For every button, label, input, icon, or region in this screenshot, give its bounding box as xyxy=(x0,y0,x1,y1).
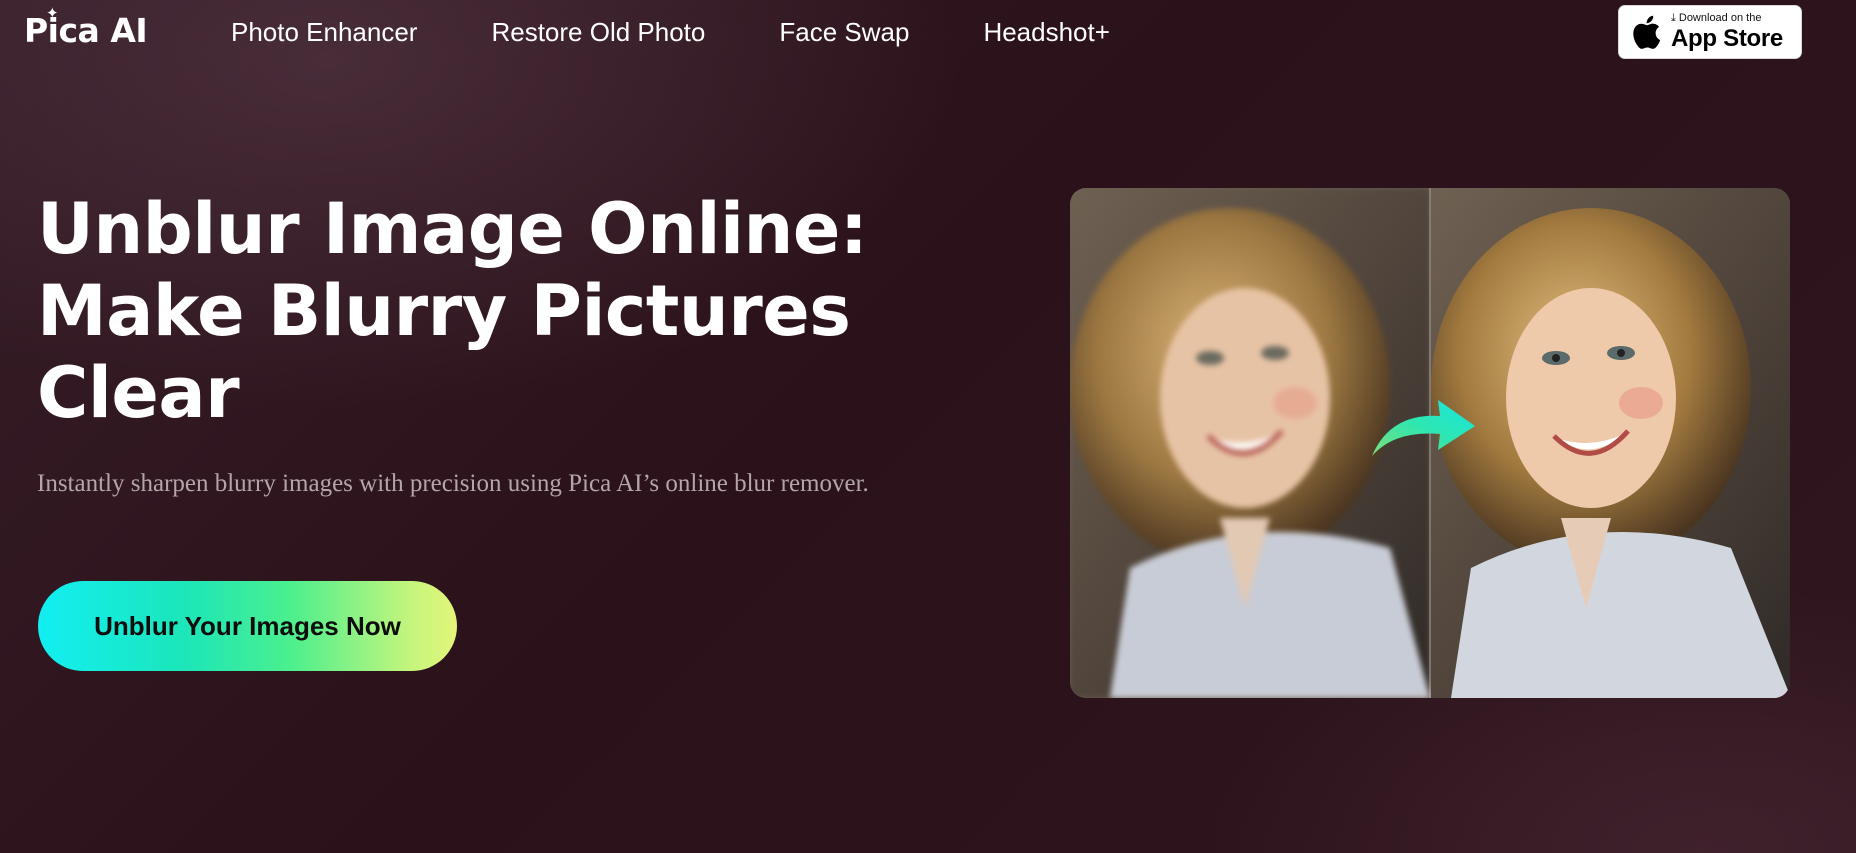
logo-text: Pica AI xyxy=(24,10,148,50)
app-store-big-text: App Store xyxy=(1671,25,1783,52)
nav-restore-old-photo[interactable]: Restore Old Photo xyxy=(491,17,705,48)
unblur-images-button[interactable]: Unblur Your Images Now xyxy=(38,581,457,671)
portrait-image-enhanced xyxy=(1431,188,1790,698)
hero-title: Unblur Image Online: Make Blurry Picture… xyxy=(37,188,937,434)
main-nav: Photo Enhancer Restore Old Photo Face Sw… xyxy=(231,14,1184,50)
arrow-right-icon xyxy=(1372,400,1475,456)
nav-photo-enhancer[interactable]: Photo Enhancer xyxy=(231,17,417,48)
download-icon: ⤓ xyxy=(1671,12,1676,24)
app-store-small-text: Download on the xyxy=(1678,12,1762,24)
hero-title-line-1: Unblur Image Online: xyxy=(37,188,868,270)
sparkle-icon: ✦ xyxy=(46,4,59,22)
nav-face-swap[interactable]: Face Swap xyxy=(779,17,909,48)
app-store-button[interactable]: ⤓ Download on the App Store xyxy=(1618,5,1802,59)
hero-title-line-3: Clear xyxy=(37,352,240,434)
before-after-comparison xyxy=(1070,188,1790,698)
site-header: ✦ Pica AI Photo Enhancer Restore Old Pho… xyxy=(0,0,1856,64)
hero-subtitle: Instantly sharpen blurry images with pre… xyxy=(37,470,869,497)
sharp-photo xyxy=(1431,188,1790,698)
pica-ai-logo[interactable]: ✦ Pica AI xyxy=(24,4,148,52)
app-store-text: ⤓ Download on the App Store xyxy=(1671,13,1783,51)
nav-headshot-plus[interactable]: Headshot+ xyxy=(983,17,1109,48)
hero-title-line-2: Make Blurry Pictures xyxy=(37,270,851,352)
apple-icon xyxy=(1633,15,1661,49)
